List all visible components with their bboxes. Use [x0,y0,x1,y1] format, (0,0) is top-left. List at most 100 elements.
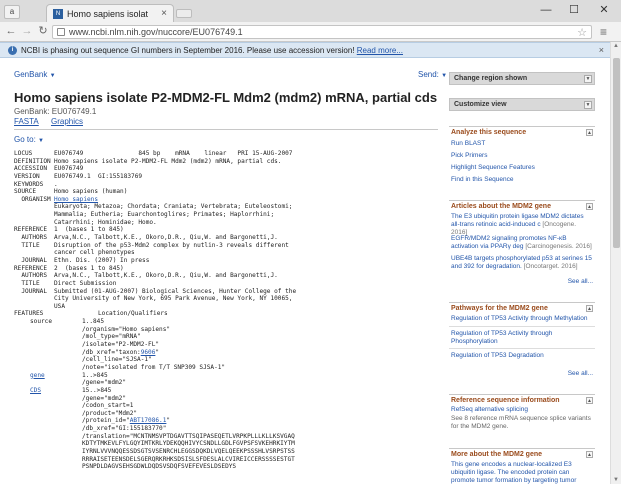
collapse-icon[interactable]: ▲ [586,451,593,458]
collapse-icon[interactable]: ▲ [586,129,593,136]
article-item[interactable]: UBE4B targets phosphorylated p53 at seri… [451,255,593,271]
read-more-link[interactable]: Read more... [357,46,403,55]
refseq-title: Reference sequence information [451,397,560,404]
minimize-button[interactable]: — [532,2,560,18]
fasta-link[interactable]: FASTA [14,117,39,126]
banner-text: NCBI is phasing out sequence GI numbers … [21,46,403,55]
genbank-line: AUTHORS Arva,N.C., Talbott,K.E., Okoro,D.… [14,272,438,280]
genbank-line: Catarrhini; Hominidae; Homo. [14,219,438,227]
graphics-link[interactable]: Graphics [51,117,83,126]
browser-titlebar: a N Homo sapiens isolat × — ☐ ✕ [0,0,621,22]
chevron-down-icon: ▼ [38,138,44,144]
collapse-icon[interactable]: ▲ [586,305,593,312]
genbank-field-value: Eukaryota; Metazoa; Chordata; Craniata; … [54,203,293,211]
browser-toolbar: ← → ↻ www.ncbi.nlm.nih.gov/nuccore/EU076… [0,22,621,42]
highlight-features-link[interactable]: Highlight Sequence Features [451,164,535,171]
genbank-field-value: Arva,N.C., Talbott,K.E., Okoro,D.R., Qiu… [54,272,278,280]
article-item[interactable]: EGFR/MDM2 signaling promotes NF-κB activ… [451,235,593,251]
format-links: FASTA Graphics [14,117,93,126]
accession-subline: GenBank: EU076749.1 [14,107,97,116]
genbank-field-value: Arva,N.C., Talbott,K.E., Okoro,D.R., Qiu… [54,234,278,242]
change-region-label: Change region shown [454,75,528,82]
feature-value: /gene="mdm2" [82,379,127,387]
pathway-item[interactable]: Regulation of TP53 Degradation [451,352,593,360]
find-in-sequence-link[interactable]: Find in this Sequence [451,176,514,183]
genbank-field-value: Homo sapiens (human) [54,188,128,196]
features-header-line: FEATURES Location/Qualifiers [14,310,438,318]
feature-xref-link[interactable]: ABT17086.1 [130,417,167,424]
gi-notice-banner: i NCBI is phasing out sequence GI number… [0,42,610,58]
genbank-field-value: 1 (bases 1 to 845) [54,226,124,234]
forward-arrow-icon[interactable]: → [20,24,34,38]
reload-icon[interactable]: ↻ [36,24,50,38]
genbank-link[interactable]: Homo sapiens [54,196,98,203]
maximize-button[interactable]: ☐ [560,2,588,18]
change-region-bar[interactable]: Change region shown ▼ [449,72,595,85]
browser-menu-icon[interactable]: ≡ [600,25,607,39]
articles-section-header: Articles about the MDM2 gene ▲ [449,200,595,212]
feature-value: /note="isolated from T/T SNP309 SJSA-1" [82,363,226,371]
feature-line: RRRAISETEENSDELSGERQRKRHKSDSISLSFDESLALC… [14,456,438,464]
feature-line: KDTYTMKEVLFYLGQYIMTKRLYDEKQQHIVYCSNDLLGD… [14,440,438,448]
feature-value-tail: " [166,417,171,425]
article-item[interactable]: The E3 ubiquitin protein ligase MDM2 dic… [451,213,593,237]
url-text: www.ncbi.nlm.nih.gov/nuccore/EU076749.1 [69,27,243,37]
pathway-item[interactable]: Regulation of TP53 Activity through Meth… [451,315,593,323]
genbank-line: Mammalia; Eutheria; Euarchontoglires; Pr… [14,211,438,219]
scrollbar-thumb[interactable] [613,58,620,248]
pathways-see-all-link[interactable]: See all... [568,370,593,377]
bookmark-star-icon[interactable]: ☆ [577,26,587,39]
back-arrow-icon[interactable]: ← [4,24,18,38]
genbank-field-key: DEFINITION [14,157,51,165]
genbank-field-value: City University of New York, 695 Park Av… [54,295,293,303]
pick-primers-link[interactable]: Pick Primers [451,152,487,159]
tab-close-icon[interactable]: × [161,8,167,19]
database-dropdown[interactable]: GenBank ▼ [14,70,56,79]
feature-value: /db_xref="GI:155183770" [82,425,167,433]
analyze-section-header: Analyze this sequence ▲ [449,126,595,138]
more-title: More about the MDM2 gene [451,451,543,458]
close-window-button[interactable]: ✕ [590,2,618,18]
genbank-line: JOURNAL Submitted (01-AUG-2007) Biologica… [14,288,438,296]
feature-value: KDTYTMKEVLFYLGQYIMTKRLYDEKQQHIVYCSNDLLGD… [82,440,295,448]
new-tab-button[interactable] [176,9,192,18]
collapse-icon[interactable]: ▲ [586,397,593,404]
chevron-down-icon[interactable]: ▼ [584,101,592,109]
browser-tab[interactable]: N Homo sapiens isolat × [46,4,174,22]
collapse-icon[interactable]: ▲ [586,203,593,210]
genbank-field-value: Homo sapiens isolate P2-MDM2-FL Mdm2 (md… [54,157,282,165]
genbank-field-value: Ethn. Dis. (2007) In press [54,256,150,264]
refseq-splicing-link[interactable]: RefSeq alternative splicing [451,406,528,413]
chevron-down-icon[interactable]: ▼ [584,75,592,83]
scroll-down-icon[interactable]: ▼ [613,477,619,483]
feature-line: /gene="mdm2" [14,379,438,387]
feature-value: /product="Mdm2" [82,409,138,417]
more-description: This gene encodes a nuclear-localized E3… [451,461,577,484]
articles-see-all-link[interactable]: See all... [568,278,593,285]
banner-close-icon[interactable]: × [599,45,604,55]
article-source: [Oncotarget. 2016] [523,263,578,270]
feature-key[interactable]: CDS [14,387,82,395]
send-dropdown[interactable]: Send: ▼ [418,70,447,79]
customize-view-label: Customize view [454,101,507,108]
genbank-field-key: ACCESSION [14,165,48,173]
feature-xref-link[interactable]: 9606 [141,349,156,356]
feature-key[interactable]: gene [14,372,82,380]
home-button[interactable]: a [4,5,20,19]
feature-value: 15..>845 [82,386,112,394]
pathway-item[interactable]: Regulation of TP53 Activity through Phos… [451,330,593,346]
info-icon: i [8,46,17,55]
page-info-icon[interactable] [57,28,65,36]
feature-line: IYRNLVVVNQQESSDSGTSVSENRCHLEGGSDQKDLVQEL… [14,448,438,456]
genbank-field-key: JOURNAL [14,256,48,264]
run-blast-link[interactable]: Run BLAST [451,140,485,147]
customize-view-bar[interactable]: Customize view ▼ [449,98,595,111]
goto-dropdown[interactable]: Go to: ▼ [14,135,44,144]
vertical-scrollbar[interactable]: ▲ ▼ [610,42,621,484]
articles-title: Articles about the MDM2 gene [451,203,551,210]
feature-line: PSNPDLDAGVSEHSGDWLDQDSVSDQFSVEFEVESLDSED… [14,463,438,471]
address-bar[interactable]: www.ncbi.nlm.nih.gov/nuccore/EU076749.1 … [52,25,592,39]
scroll-up-icon[interactable]: ▲ [613,43,619,49]
database-label: GenBank [14,70,48,79]
feature-line: gene 1..>845 [14,372,438,380]
